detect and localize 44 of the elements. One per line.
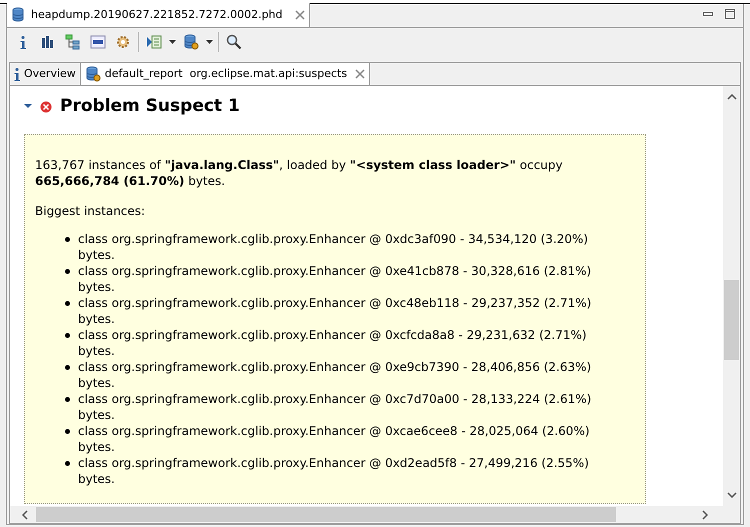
search-icon[interactable]: [224, 32, 244, 52]
info-icon: [14, 68, 20, 80]
suspect-summary: 163,767 instances of "java.lang.Class", loaded by "<system class loader>" occupy 665,666,784 (61.70%) bytes.: [35, 156, 564, 188]
bullet-icon: [65, 268, 70, 274]
database-gear-icon: [183, 34, 199, 50]
tab-label: Overview: [24, 66, 76, 82]
dropdown-caret-icon[interactable]: [206, 40, 213, 44]
scroll-thumb[interactable]: [724, 280, 739, 360]
bullet-icon: [65, 428, 70, 434]
horizontal-scrollbar[interactable]: [10, 506, 740, 523]
scroll-left-icon[interactable]: [22, 510, 28, 520]
expand-triangle-icon[interactable]: [24, 102, 32, 111]
maximize-icon[interactable]: [725, 9, 735, 19]
close-icon[interactable]: [355, 69, 366, 79]
scroll-up-icon[interactable]: [726, 94, 736, 100]
bullet-icon: [65, 364, 70, 370]
vertical-scrollbar[interactable]: [723, 86, 740, 506]
scroll-down-icon[interactable]: [726, 492, 736, 498]
dropdown-caret-icon[interactable]: [169, 40, 176, 44]
editor-tab[interactable]: heapdump.20190627.221852.7272.0002.phd: [7, 3, 310, 27]
instance-text: class org.springframework.cglib.proxy.Enhancer @ 0xd2ead5f8 - 27,499,216 (2.55%) bytes.: [78, 454, 590, 486]
biggest-instances-label: Biggest instances:: [35, 202, 146, 218]
minimize-icon[interactable]: [703, 12, 713, 16]
bullet-icon: [65, 236, 70, 242]
editor-tab-title: heapdump.20190627.221852.7272.0002.phd: [31, 6, 283, 23]
suspect-title: Problem Suspect 1: [60, 95, 240, 118]
instance-text: class org.springframework.cglib.proxy.Enhancer @ 0xc48eb118 - 29,237,352 (2.71%) bytes.: [78, 294, 592, 326]
report-tab[interactable]: default_report org.eclipse.mat.api:suspects: [80, 63, 370, 85]
scroll-thumb[interactable]: [36, 507, 616, 522]
instance-text: class org.springframework.cglib.proxy.Enhancer @ 0xe41cb878 - 30,328,616 (2.81%) bytes.: [78, 262, 592, 294]
bullet-icon: [65, 332, 70, 338]
database-gear-icon: [84, 66, 101, 82]
scroll-right-icon[interactable]: [702, 510, 708, 520]
tab-label: default_report org.eclipse.mat.api:suspects: [104, 66, 348, 82]
instance-text: class org.springframework.cglib.proxy.Enhancer @ 0xc7d70a00 - 28,133,224 (2.61%) bytes.: [78, 390, 592, 422]
instance-text: class org.springframework.cglib.proxy.Enhancer @ 0xe9cb7390 - 28,406,856 (2.63%) bytes.: [78, 358, 592, 390]
close-icon[interactable]: [294, 10, 305, 20]
instance-text: class org.springframework.cglib.proxy.Enhancer @ 0xdc3af090 - 34,534,120 (3.20%) bytes.: [78, 230, 590, 262]
bullet-icon: [65, 396, 70, 402]
error-icon: [40, 100, 52, 113]
instance-text: class org.springframework.cglib.proxy.Enhancer @ 0xcfcda8a8 - 29,231,632 (2.71%) bytes.: [78, 326, 588, 358]
bullet-icon: [65, 300, 70, 306]
instance-text: class org.springframework.cglib.proxy.Enhancer @ 0xcae6cee8 - 28,025,064 (2.60%) bytes.: [78, 422, 591, 454]
bullet-icon: [65, 460, 70, 466]
